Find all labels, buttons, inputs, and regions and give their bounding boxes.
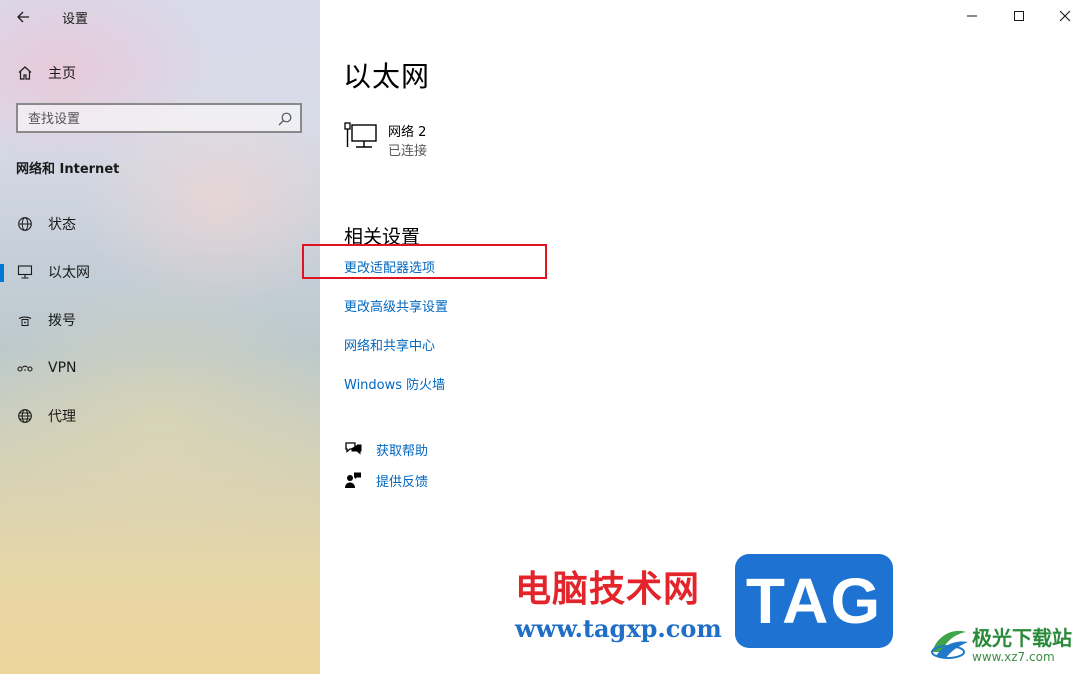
sidebar-item-label: 拨号 <box>48 313 76 329</box>
sidebar-item-label: 状态 <box>48 217 76 233</box>
vpn-icon <box>16 359 34 377</box>
chat-help-icon <box>344 440 362 458</box>
sidebar-item-label: 代理 <box>48 409 76 425</box>
advanced-sharing-link[interactable]: 更改高级共享设置 <box>344 296 448 315</box>
network-adapter-icon <box>344 122 378 150</box>
sidebar-item-dialup[interactable]: 拨号 <box>0 300 320 340</box>
back-button[interactable] <box>10 4 36 30</box>
maximize-button[interactable] <box>996 0 1042 32</box>
change-adapter-options-link[interactable]: 更改适配器选项 <box>344 257 435 276</box>
window-title: 设置 <box>62 12 89 27</box>
watermark-site-name: 电脑技术网 <box>515 569 701 610</box>
feedback-person-icon <box>344 471 362 489</box>
sidebar-item-proxy[interactable]: 代理 <box>0 396 320 436</box>
sidebar: 设置 主页 网络和 Internet 状态 以太网 拨号 VP <box>0 0 320 674</box>
sidebar-item-status[interactable]: 状态 <box>0 204 320 244</box>
sidebar-item-label: VPN <box>48 360 77 376</box>
page-title: 以太网 <box>343 60 431 93</box>
minimize-icon <box>967 15 977 17</box>
aurora-logo-icon <box>928 622 970 662</box>
home-icon <box>16 64 34 82</box>
watermark-tag-logo: TAG <box>735 554 893 648</box>
feedback-link[interactable]: 提供反馈 <box>344 469 428 491</box>
maximize-icon <box>1014 11 1024 21</box>
get-help-link[interactable]: 获取帮助 <box>344 438 428 460</box>
network-status: 已连接 <box>388 144 428 159</box>
search-icon[interactable] <box>277 111 293 127</box>
network-sharing-center-link[interactable]: 网络和共享中心 <box>344 335 435 354</box>
section-title: 网络和 Internet <box>16 162 120 177</box>
close-icon <box>1059 10 1071 22</box>
sidebar-item-vpn[interactable]: VPN <box>0 348 320 388</box>
minimize-button[interactable] <box>949 0 995 32</box>
back-arrow-icon <box>17 11 29 23</box>
close-button[interactable] <box>1042 0 1088 32</box>
sidebar-item-label: 主页 <box>48 66 76 82</box>
watermark2-site-url: www.xz7.com <box>972 650 1055 664</box>
watermark2-site-name: 极光下载站 <box>972 626 1072 650</box>
dialup-icon <box>16 311 34 329</box>
globe-status-icon <box>16 215 34 233</box>
sidebar-item-home[interactable]: 主页 <box>0 53 320 93</box>
sidebar-item-label: 以太网 <box>48 265 90 281</box>
globe-icon <box>16 407 34 425</box>
watermark-site-url: www.tagxp.com <box>515 614 722 643</box>
search-input[interactable] <box>26 109 270 129</box>
feedback-label: 提供反馈 <box>376 474 429 490</box>
windows-firewall-link[interactable]: Windows 防火墙 <box>344 374 445 393</box>
ethernet-icon <box>16 263 34 281</box>
network-name[interactable]: 网络 2 <box>388 121 426 140</box>
sidebar-item-ethernet[interactable]: 以太网 <box>0 252 320 292</box>
get-help-label: 获取帮助 <box>376 443 429 459</box>
search-field[interactable] <box>16 103 302 133</box>
